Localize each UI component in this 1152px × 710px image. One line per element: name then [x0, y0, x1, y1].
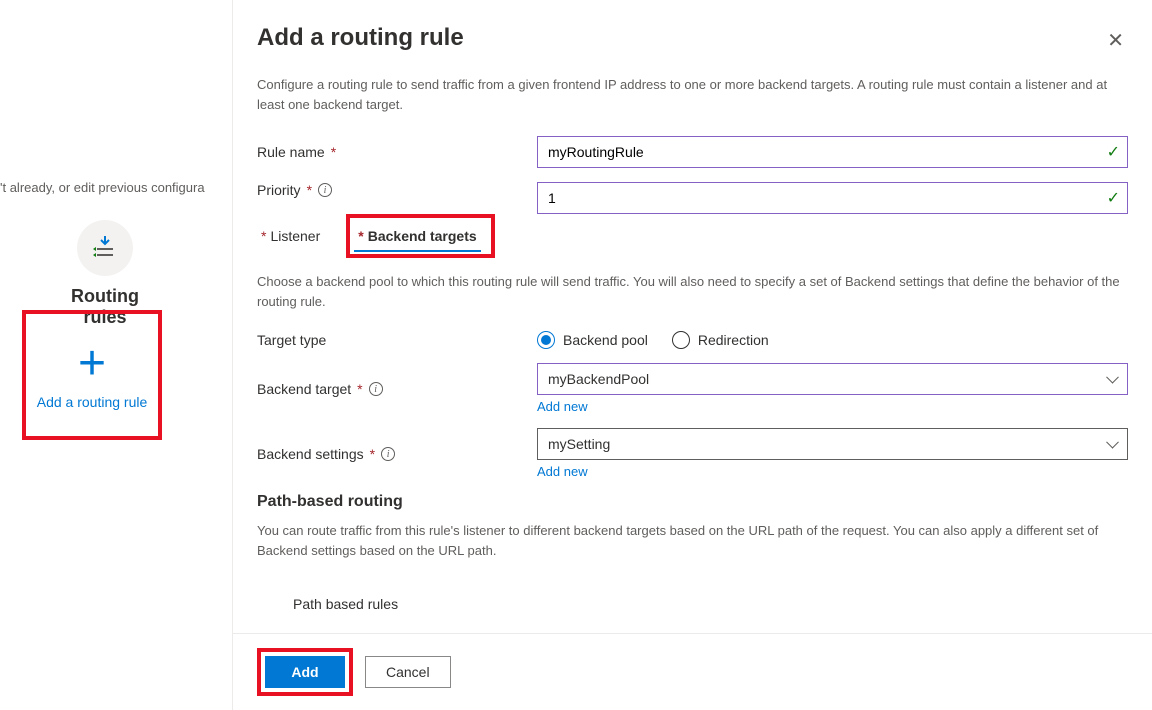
panel-description: Configure a routing rule to send traffic…: [257, 75, 1128, 114]
routing-rules-icon: [77, 220, 133, 276]
info-icon[interactable]: i: [369, 382, 383, 396]
background-text: 't already, or edit previous configura: [0, 180, 205, 195]
radio-backend-pool[interactable]: Backend pool: [537, 331, 648, 349]
add-button-highlight: Add: [257, 648, 353, 696]
backend-target-select[interactable]: myBackendPool: [537, 363, 1128, 395]
add-new-backend-settings[interactable]: Add new: [537, 464, 1128, 479]
close-icon[interactable]: ✕: [1103, 24, 1128, 57]
path-routing-title: Path-based routing: [257, 493, 1128, 511]
backend-settings-select[interactable]: mySetting: [537, 428, 1128, 460]
backend-description: Choose a backend pool to which this rout…: [257, 272, 1128, 311]
priority-input[interactable]: [537, 182, 1128, 214]
add-routing-rule-tile[interactable]: + Add a routing rule: [22, 310, 162, 440]
info-icon[interactable]: i: [318, 183, 332, 197]
panel-title: Add a routing rule: [257, 24, 464, 52]
add-button[interactable]: Add: [265, 656, 345, 688]
add-tile-label: Add a routing rule: [37, 394, 148, 410]
priority-label: Priority* i: [257, 182, 537, 198]
backend-target-label: Backend target* i: [257, 363, 537, 397]
plus-icon: +: [78, 340, 106, 388]
panel-footer: Add Cancel: [233, 633, 1152, 710]
check-icon: ✓: [1107, 188, 1120, 208]
target-type-label: Target type: [257, 332, 537, 348]
check-icon: ✓: [1107, 142, 1120, 162]
backend-settings-label: Backend settings* i: [257, 428, 537, 462]
cancel-button[interactable]: Cancel: [365, 656, 451, 688]
radio-redirection[interactable]: Redirection: [672, 331, 769, 349]
rule-name-input[interactable]: [537, 136, 1128, 168]
tab-highlight: *Backend targets: [346, 214, 494, 258]
path-rules-label: Path based rules: [293, 596, 1128, 612]
add-routing-rule-panel: Add a routing rule ✕ Configure a routing…: [232, 0, 1152, 710]
tab-listener[interactable]: *Listener: [257, 220, 324, 252]
path-routing-desc: You can route traffic from this rule's l…: [257, 521, 1128, 560]
info-icon[interactable]: i: [381, 447, 395, 461]
rule-name-label: Rule name*: [257, 144, 537, 160]
tab-backend-targets[interactable]: *Backend targets: [354, 220, 480, 252]
